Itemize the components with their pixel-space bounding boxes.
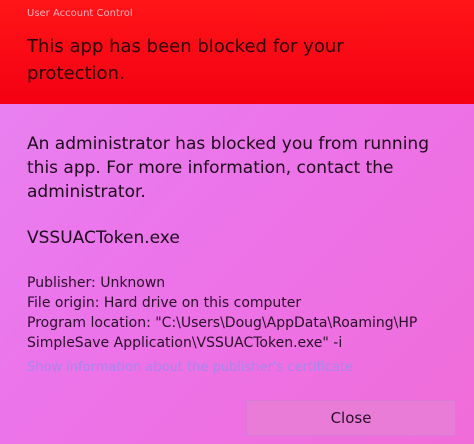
blocked-headline: This app has been blocked for your prote… (27, 36, 344, 84)
publisher-certificate-link[interactable]: Show information about the publisher's c… (27, 360, 353, 375)
file-origin-line: File origin: Hard drive on this computer (27, 295, 302, 311)
window-caption: User Account Control (27, 8, 133, 19)
admin-message: An administrator has blocked you from ru… (27, 134, 429, 202)
dialog-header: User Account Control This app has been b… (0, 0, 474, 104)
app-name: VSSUACToken.exe (27, 228, 180, 248)
program-location-line-cont: SimpleSave Application\VSSUACToken.exe" … (27, 335, 343, 351)
program-location-line: Program location: "C:\Users\Doug\AppData… (27, 315, 418, 331)
app-details: Publisher: Unknown File origin: Hard dri… (27, 273, 467, 353)
publisher-line: Publisher: Unknown (27, 275, 166, 291)
close-button[interactable]: Close (246, 400, 456, 436)
uac-dialog: User Account Control This app has been b… (0, 0, 474, 444)
